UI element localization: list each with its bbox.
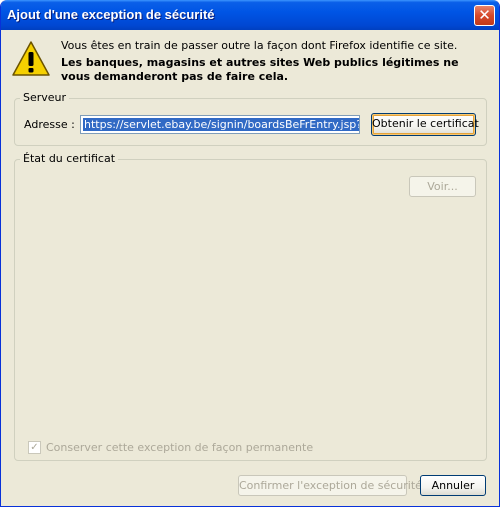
get-certificate-button[interactable]: Obtenir le certificat xyxy=(371,113,479,136)
address-label: Adresse : xyxy=(24,118,75,131)
dialog-window: Ajout d'une exception de sécurité ✕ Vous… xyxy=(0,0,500,507)
certificate-status-legend: État du certificat xyxy=(20,152,119,165)
close-icon: ✕ xyxy=(478,6,491,24)
view-certificate-button[interactable]: Voir... xyxy=(409,176,476,197)
title-bar[interactable]: Ajout d'une exception de sécurité ✕ xyxy=(1,0,499,30)
certificate-status-groupbox xyxy=(14,159,487,461)
warning-message-bold: Les banques, magasins et autres sites We… xyxy=(61,56,459,83)
cancel-button[interactable]: Annuler xyxy=(420,475,486,496)
server-legend: Serveur xyxy=(20,91,70,104)
address-value: https://servlet.ebay.be/signin/boardsBeF… xyxy=(83,118,359,131)
permanent-exception-checkbox[interactable]: ✓ xyxy=(28,441,41,454)
address-input[interactable]: https://servlet.ebay.be/signin/boardsBeF… xyxy=(80,115,360,134)
warning-icon xyxy=(12,41,50,76)
confirm-exception-button[interactable]: Confirmer l'exception de sécurité xyxy=(238,475,422,496)
permanent-exception-label: Conserver cette exception de façon perma… xyxy=(46,441,314,454)
close-button[interactable]: ✕ xyxy=(474,5,495,26)
window-title: Ajout d'une exception de sécurité xyxy=(7,7,215,22)
warning-message: Vous êtes en train de passer outre la fa… xyxy=(61,39,458,52)
